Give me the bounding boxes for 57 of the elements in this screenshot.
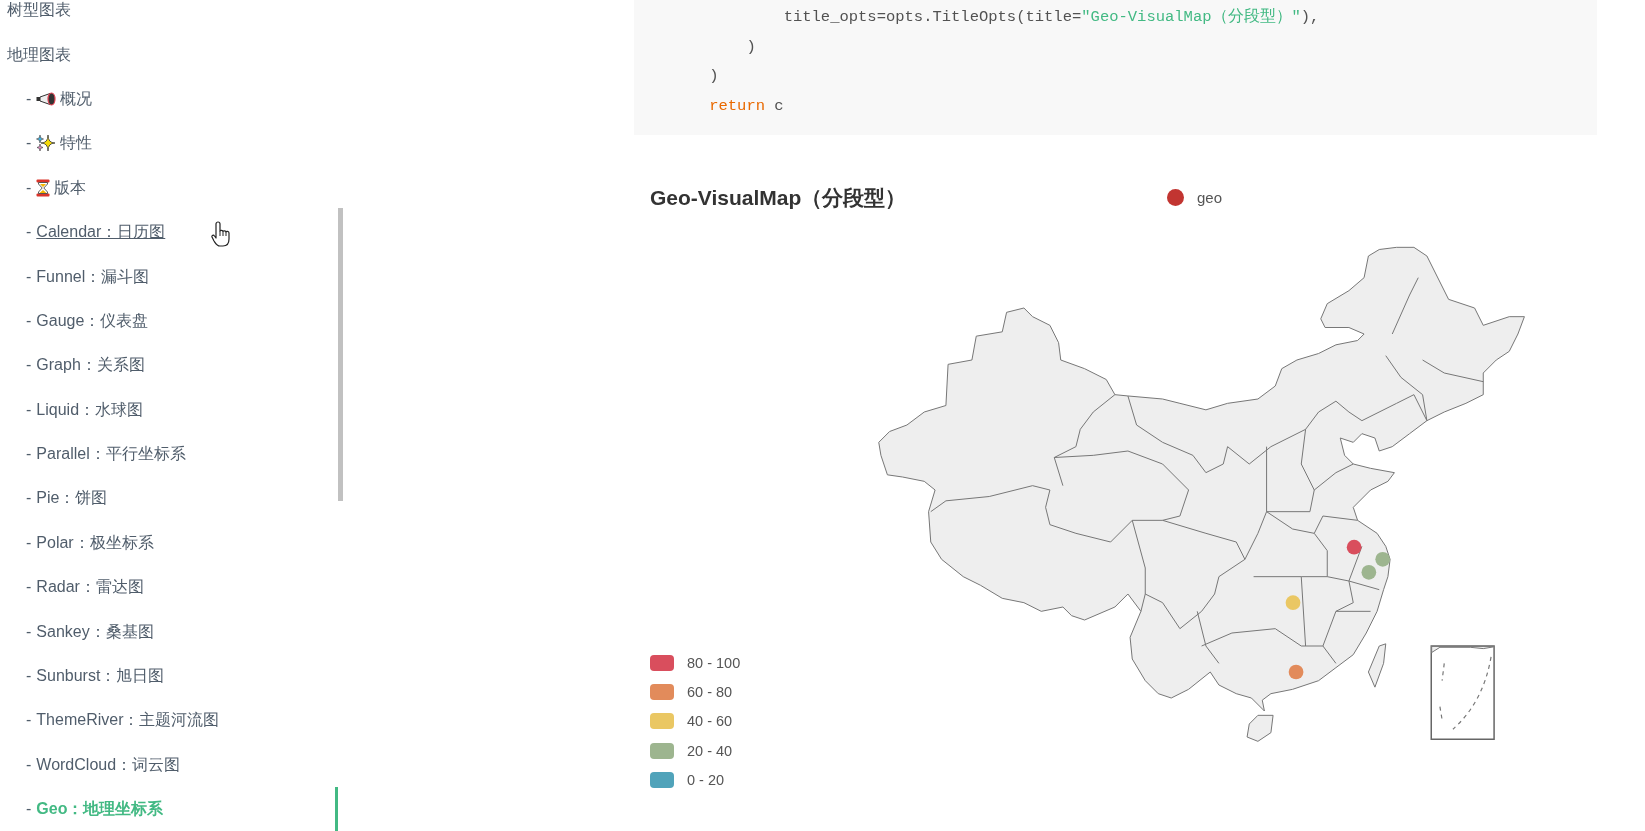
list-dash: -	[26, 666, 32, 687]
sidebar-link[interactable]: Sankey：桑基图	[36, 621, 154, 642]
scrollbar-thumb[interactable]	[338, 208, 343, 501]
sidebar-link[interactable]: Pie：饼图	[36, 488, 108, 509]
sidebar-link[interactable]: Polar：极坐标系	[36, 532, 154, 553]
sidebar-link[interactable]: 特性	[36, 133, 93, 154]
map-marker[interactable]	[1346, 539, 1362, 555]
visual-map-piece[interactable]: 60 - 80	[650, 677, 733, 707]
list-dash: -	[26, 133, 32, 154]
legend-item[interactable]: geo	[1167, 189, 1223, 206]
sidebar-link[interactable]: WordCloud：词云图	[36, 754, 181, 775]
sidebar-link[interactable]: Parallel：平行坐标系	[36, 444, 186, 465]
map-marker[interactable]	[1375, 551, 1391, 567]
list-dash: -	[26, 177, 32, 198]
sidebar-link[interactable]: Liquid：水球图	[36, 399, 144, 420]
sidebar-section-title: 树型图表	[7, 0, 71, 21]
visual-map-piece[interactable]: 0 - 20	[650, 765, 725, 795]
visual-map-piece[interactable]: 40 - 60	[650, 706, 733, 737]
island-drawing	[1367, 643, 1387, 688]
list-dash: -	[26, 399, 32, 420]
sidebar-link[interactable]: Gauge：仪表盘	[36, 310, 149, 331]
sidebar-link[interactable]: 概况	[36, 88, 93, 109]
list-dash: -	[26, 88, 32, 109]
sparkles-icon	[36, 134, 57, 153]
list-dash: -	[26, 266, 32, 287]
visual-map-piece[interactable]: 20 - 40	[650, 736, 733, 766]
visual-map-piece[interactable]: 80 - 100	[650, 648, 741, 678]
pointer-cursor-icon	[211, 221, 231, 247]
megaphone-icon	[36, 91, 57, 106]
code-line: return c	[709, 96, 784, 115]
sidebar-link[interactable]: Radar：雷达图	[36, 577, 144, 598]
list-dash: -	[26, 710, 32, 731]
code-line: title_opts=opts.TitleOpts(title="Geo-VisualMap（分段型）"),	[783, 8, 1320, 26]
list-dash: -	[26, 532, 32, 553]
list-dash: -	[26, 222, 32, 243]
chart-title: Geo-VisualMap（分段型）	[650, 184, 907, 211]
sidebar-link[interactable]: 版本	[36, 177, 87, 198]
hourglass-icon	[36, 178, 51, 197]
map-marker[interactable]	[1285, 595, 1301, 611]
island-drawing	[1246, 714, 1274, 742]
map-marker[interactable]	[1288, 664, 1304, 680]
sidebar-section-title: 地理图表	[7, 44, 71, 65]
sidebar-link[interactable]: ThemeRiver：主题河流图	[36, 710, 220, 731]
list-dash: -	[26, 488, 32, 509]
list-dash: -	[26, 621, 32, 642]
sidebar-link[interactable]: Funnel：漏斗图	[36, 266, 150, 287]
code-line: )	[709, 67, 719, 85]
map-marker[interactable]	[1361, 564, 1377, 580]
sidebar-link[interactable]: Graph：关系图	[36, 355, 145, 376]
code-line: )	[746, 37, 756, 56]
list-dash: -	[26, 799, 32, 820]
sidebar-link[interactable]: Sunburst：旭日图	[36, 666, 165, 687]
list-dash: -	[26, 310, 32, 331]
list-dash: -	[26, 577, 32, 598]
list-dash: -	[26, 355, 32, 376]
list-dash: -	[26, 754, 32, 775]
list-dash: -	[26, 444, 32, 465]
